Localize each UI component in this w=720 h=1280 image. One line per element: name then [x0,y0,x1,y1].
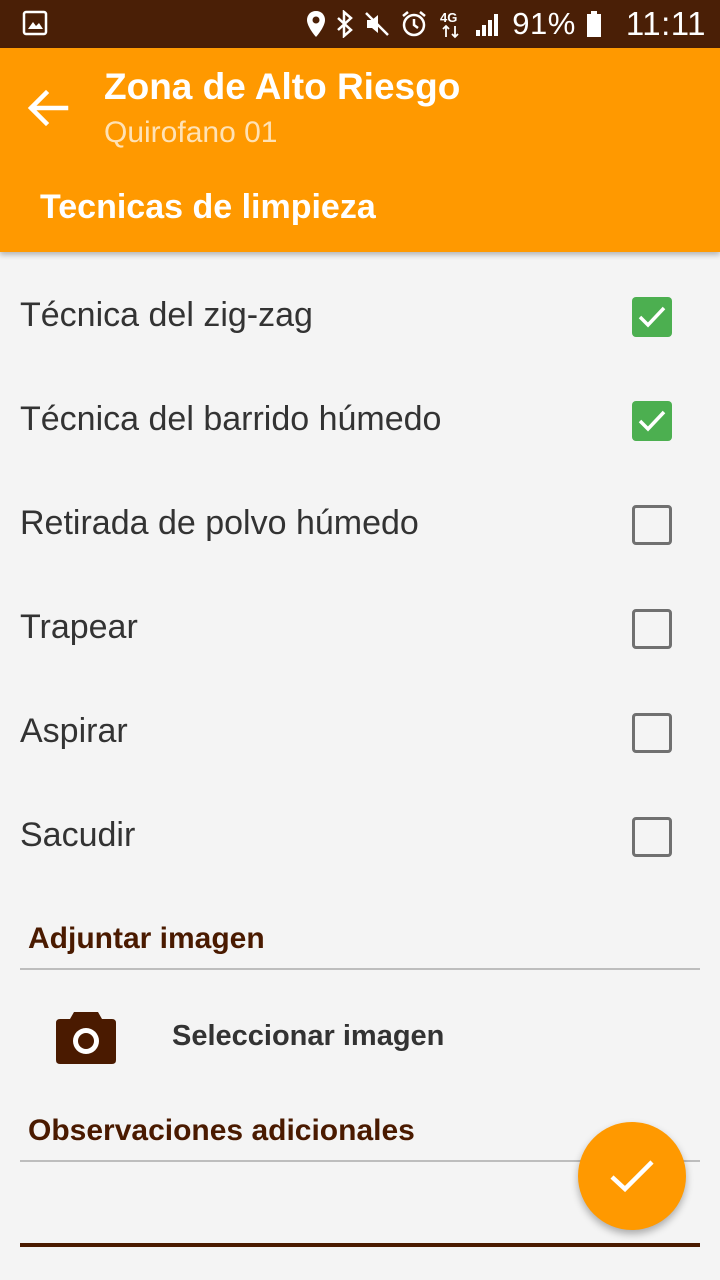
mute-icon [365,12,390,36]
technique-checkbox[interactable] [632,401,672,441]
technique-checkbox[interactable] [632,817,672,857]
page-subtitle: Quirofano 01 [104,116,278,149]
bluetooth-icon [337,10,354,38]
check-icon [610,1160,654,1193]
network-4g-icon: 4G [440,10,459,39]
gallery-icon [22,10,48,36]
technique-row[interactable]: Trapear [0,578,720,682]
technique-row[interactable]: Aspirar [0,682,720,786]
technique-label: Aspirar [20,712,128,750]
submit-fab[interactable] [578,1122,686,1230]
observations-header: Observaciones adicionales [28,1114,415,1147]
signal-icon [476,14,499,36]
technique-label: Técnica del barrido húmedo [20,400,442,438]
checkmark-icon [638,410,666,432]
back-button[interactable] [18,78,78,138]
technique-row[interactable]: Retirada de polvo húmedo [0,474,720,578]
technique-checkbox[interactable] [632,609,672,649]
technique-label: Retirada de polvo húmedo [20,504,419,542]
select-image-button[interactable]: Seleccionar imagen [0,990,720,1085]
techniques-list: Técnica del zig-zag Técnica del barrido … [0,266,720,890]
status-bar: 4G 91% 11:11 [0,0,720,48]
technique-checkbox[interactable] [632,713,672,753]
technique-label: Técnica del zig-zag [20,296,313,334]
technique-row[interactable]: Técnica del barrido húmedo [0,370,720,474]
section-title: Tecnicas de limpieza [40,188,376,226]
select-image-label: Seleccionar imagen [172,1020,445,1052]
checkmark-icon [638,306,666,328]
observations-input[interactable] [20,1243,700,1247]
page-title: Zona de Alto Riesgo [104,66,461,107]
technique-label: Sacudir [20,816,136,854]
technique-checkbox[interactable] [632,505,672,545]
clock: 11:11 [625,5,706,42]
alarm-icon [402,11,427,37]
technique-label: Trapear [20,608,138,646]
technique-checkbox[interactable] [632,297,672,337]
app-bar: Zona de Alto Riesgo Quirofano 01 Tecnica… [0,48,720,252]
battery-icon [586,11,601,37]
network-type-label: 4G [440,10,457,25]
arrow-back-icon [27,89,69,127]
attach-divider [20,968,700,970]
battery-percent: 91% [512,6,576,41]
location-icon [307,11,326,37]
technique-row[interactable]: Sacudir [0,786,720,890]
attach-header: Adjuntar imagen [28,922,265,955]
technique-row[interactable]: Técnica del zig-zag [0,266,720,370]
camera-icon [56,1012,116,1064]
